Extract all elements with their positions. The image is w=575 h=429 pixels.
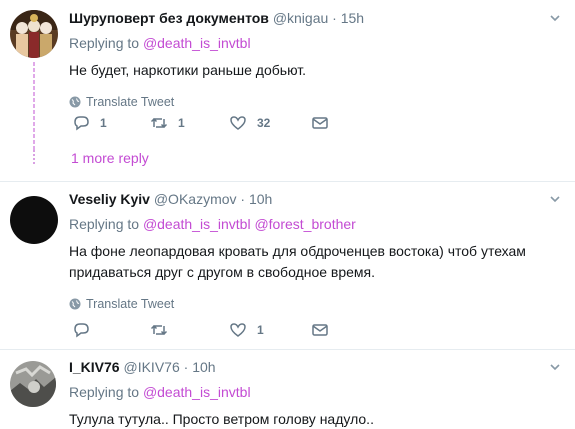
like-count: 1 [257,323,264,337]
retweet-button[interactable]: 1 [150,114,229,132]
thread-line-dotted [33,150,35,166]
tweet[interactable]: Шуруповерт без документов @knigau · 15h … [0,0,575,180]
retweet-button[interactable] [150,321,229,339]
replying-to: Replying to @death_is_invtbl [69,382,561,402]
reply-icon [74,116,89,131]
reply-button[interactable] [72,321,150,339]
chevron-down-icon[interactable] [549,193,561,205]
timestamp[interactable]: 10h [192,359,215,375]
timestamp[interactable]: 15h [341,10,364,26]
reply-count: 1 [100,116,107,130]
reply-icon [74,323,89,338]
envelope-icon [312,324,328,336]
retweet-count: 1 [178,116,185,130]
heart-icon [230,323,246,337]
direct-message-button[interactable] [311,114,329,132]
translate-tweet-link[interactable]: Translate Tweet [69,297,561,311]
retweet-icon [150,117,168,129]
avatar[interactable] [10,10,58,58]
tweet-header: I_KIV76 @IKIV76 · 10h [69,357,561,377]
separator-dot: · [332,10,337,26]
tweet-header: Veseliy Kyiv @OKazymov · 10h [69,189,561,209]
display-name[interactable]: Veseliy Kyiv [69,191,150,207]
more-replies-link[interactable]: 1 more reply [71,150,149,166]
avatar[interactable] [10,361,56,407]
tweet-text: Тулула тутула.. Просто ветром голову над… [69,411,374,427]
globe-icon [69,96,81,108]
like-button[interactable]: 32 [229,114,311,132]
globe-icon [69,298,81,310]
envelope-icon [312,117,328,129]
tweet-actions: 1 [72,321,329,339]
translate-label[interactable]: Translate Tweet [86,297,174,311]
replying-to-label: Replying to [69,384,140,400]
display-name[interactable]: Шуруповерт без документов [69,10,269,26]
like-button[interactable]: 1 [229,321,311,339]
tweet-actions: 1 1 32 [72,114,329,132]
separator-dot: · [183,359,189,375]
tweet-header: Шуруповерт без документов @knigau · 15h [69,8,561,28]
mention-link[interactable]: @forest_brother [254,216,355,232]
direct-message-button[interactable] [311,321,329,339]
replying-to-label: Replying to [69,216,140,232]
tweet-text: Не будет, наркотики раньше добьют. [69,62,307,78]
timestamp[interactable]: 10h [249,191,272,207]
user-handle[interactable]: @IKIV76 [123,359,179,375]
tweet[interactable]: Veseliy Kyiv @OKazymov · 10h Replying to… [0,181,575,348]
avatar[interactable] [10,196,58,244]
mention-link[interactable]: @death_is_invtbl [143,216,251,232]
translate-tweet-link[interactable]: Translate Tweet [69,95,561,109]
tweet-text: На фоне леопардовая кровать для обдрочен… [69,243,526,280]
mention-link[interactable]: @death_is_invtbl [143,384,251,400]
mention-link[interactable]: @death_is_invtbl [143,35,251,51]
reply-button[interactable]: 1 [72,114,150,132]
heart-icon [230,116,246,130]
translate-label[interactable]: Translate Tweet [86,95,174,109]
replying-to: Replying to @death_is_invtbl @forest_bro… [69,214,561,234]
chevron-down-icon[interactable] [549,12,561,24]
thread-line [33,62,35,150]
separator-dot: · [240,191,246,207]
like-count: 32 [257,116,271,130]
user-handle[interactable]: @OKazymov [154,191,237,207]
chevron-down-icon[interactable] [549,361,561,373]
user-handle[interactable]: @knigau [273,10,328,26]
replying-to: Replying to @death_is_invtbl [69,33,561,53]
retweet-icon [150,324,168,336]
display-name[interactable]: I_KIV76 [69,359,120,375]
tweet[interactable]: I_KIV76 @IKIV76 · 10h Replying to @death… [0,349,575,429]
replying-to-label: Replying to [69,35,140,51]
